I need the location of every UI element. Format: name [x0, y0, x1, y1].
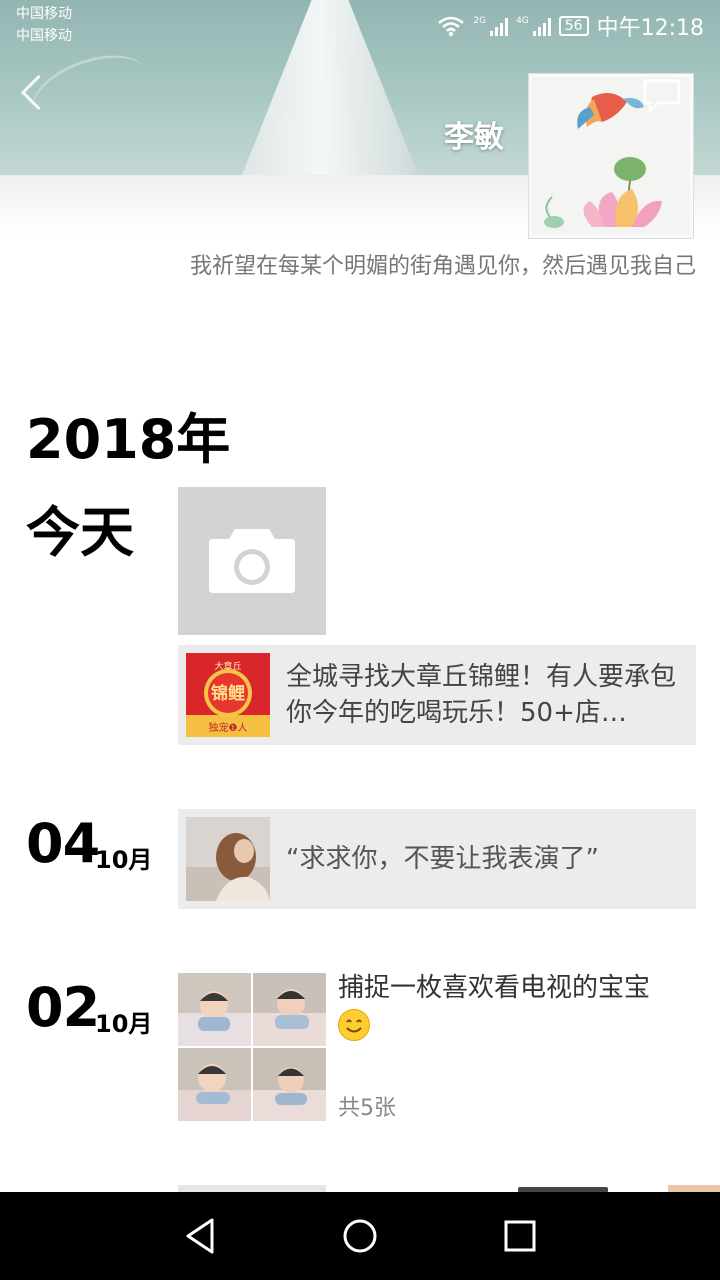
chat-bubble-icon[interactable] [642, 78, 682, 114]
profile-name: 李敏 [444, 120, 504, 155]
moment-title[interactable]: 捕捉一枚喜欢看电视的宝宝 [338, 970, 698, 1042]
wifi-icon [438, 16, 465, 37]
date-day: 04 [26, 812, 100, 875]
moment-card-link[interactable]: 大章丘 锦鲤 独宠❶人 全城寻找大章丘锦鲤！有人要承包你今年的吃喝玩乐！50+店… [178, 645, 696, 745]
clock: 中午12:18 [596, 16, 704, 41]
date-day: 02 [26, 976, 100, 1039]
square-recent-icon[interactable] [504, 1212, 536, 1260]
carrier-2: 中国移动 [16, 28, 72, 44]
profile-signature: 我祈望在每某个明媚的街角遇见你，然后遇见我自己 [189, 254, 696, 279]
svg-text:大章丘: 大章丘 [214, 660, 241, 672]
camera-icon [209, 529, 295, 593]
moment-card-link[interactable]: “求求你，不要让我表演了” [178, 809, 696, 909]
moment-text: 全城寻找大章丘锦鲤！有人要承包你今年的吃喝玩乐！50+店… [286, 662, 677, 728]
svg-text:独宠❶人: 独宠❶人 [209, 721, 248, 734]
triangle-back-icon[interactable] [184, 1212, 216, 1260]
carrier-1: 中国移动 [16, 6, 72, 22]
baby-photo-thumbnail[interactable] [253, 973, 326, 1046]
photo-count: 共5张 [338, 1096, 396, 1121]
signal-icon-2: 4G [516, 16, 551, 36]
today-label: 今天 [26, 501, 134, 564]
baby-photo-thumbnail[interactable] [178, 973, 251, 1046]
moment-text: “求求你，不要让我表演了” [286, 844, 599, 874]
baby-photo-thumbnail[interactable] [253, 1048, 326, 1121]
status-bar: 中国移动 中国移动 2G 4G 56 中午12:18 [0, 0, 720, 48]
smile-emoji-icon [338, 1008, 370, 1041]
system-nav-bar [0, 1192, 720, 1280]
svg-text:锦鲤: 锦鲤 [211, 683, 245, 704]
koi-promo-thumbnail: 大章丘 锦鲤 独宠❶人 [186, 653, 270, 737]
date-month: 10月 [95, 1010, 153, 1038]
photo-grid[interactable] [178, 973, 326, 1121]
new-post-camera-button[interactable] [178, 487, 326, 635]
date-month: 10月 [95, 846, 153, 874]
year-heading: 2018年 [26, 408, 231, 471]
baby-photo-thumbnail[interactable] [178, 1048, 251, 1121]
signal-icon-1: 2G [473, 16, 509, 36]
battery-icon: 56 [558, 16, 589, 36]
woman-photo-thumbnail [186, 817, 270, 901]
circle-home-icon[interactable] [342, 1212, 378, 1260]
